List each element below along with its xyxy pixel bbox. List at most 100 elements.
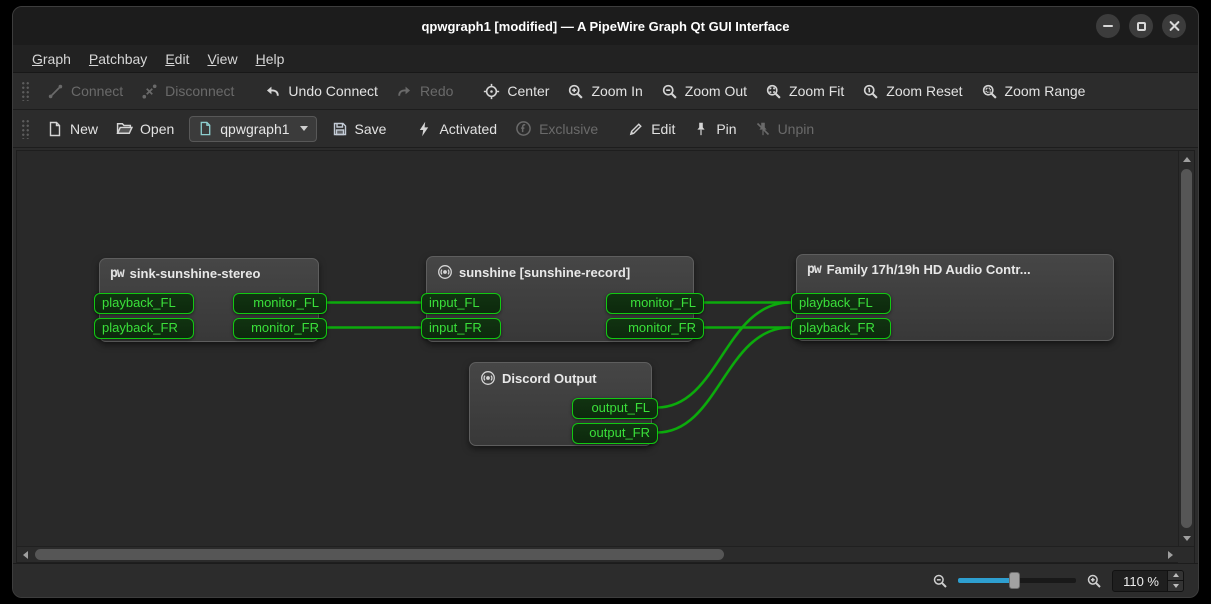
pin-icon: [693, 121, 709, 137]
maximize-button[interactable]: [1129, 14, 1153, 38]
node-header: pw sink-sunshine-stereo: [100, 259, 318, 285]
zoom-step-down-button[interactable]: [1168, 580, 1183, 591]
close-button[interactable]: [1162, 14, 1186, 38]
zoom-percent-spinbox[interactable]: 110 %: [1112, 570, 1184, 592]
undo-connect-label: Undo Connect: [288, 83, 378, 99]
redo-label: Redo: [420, 83, 453, 99]
zoom-slider[interactable]: [958, 572, 1076, 589]
zoom-in-small-icon: [1086, 573, 1102, 589]
horizontal-scroll-thumb[interactable]: [35, 549, 724, 560]
port-playback_FL[interactable]: playback_FL: [791, 293, 891, 314]
exclusive-icon: [515, 120, 532, 137]
vertical-scroll-thumb[interactable]: [1181, 169, 1192, 528]
zoom-slider-handle[interactable]: [1009, 572, 1020, 589]
maximize-icon: [1137, 22, 1146, 31]
port-monitor_FR[interactable]: monitor_FR: [233, 318, 327, 339]
zoom-out-button[interactable]: Zoom Out: [652, 77, 756, 106]
toolbar-drag-handle[interactable]: [21, 81, 30, 101]
zoom-reset-button[interactable]: Zoom Reset: [853, 77, 971, 106]
graph-canvas[interactable]: pw sink-sunshine-stereo playback_FL play…: [17, 151, 1178, 546]
node-discord-output[interactable]: Discord Output output_FL output_FR: [469, 362, 652, 446]
pipewire-icon: pw: [807, 262, 821, 277]
port-monitor_FL[interactable]: monitor_FL: [606, 293, 704, 314]
disconnect-button[interactable]: Disconnect: [132, 77, 243, 106]
edit-label: Edit: [651, 121, 675, 137]
port-input_FL[interactable]: input_FL: [421, 293, 501, 314]
zoom-reset-icon: [862, 83, 879, 100]
horizontal-scrollbar[interactable]: [17, 546, 1194, 562]
node-sunshine[interactable]: sunshine [sunshine-record] input_FL inpu…: [426, 256, 694, 342]
horizontal-scroll-track[interactable]: [33, 547, 1162, 562]
new-button[interactable]: New: [38, 115, 107, 143]
window-title: qpwgraph1 [modified] — A PipeWire Graph …: [421, 19, 789, 34]
undo-connect-button[interactable]: Undo Connect: [255, 77, 387, 106]
open-label: Open: [140, 121, 174, 137]
node-title: sunshine [sunshine-record]: [459, 265, 630, 280]
connection-wire[interactable]: [657, 328, 790, 433]
wires-layer: [17, 151, 1178, 546]
zoom-step-up-button[interactable]: [1168, 571, 1183, 581]
activated-toggle[interactable]: Activated: [407, 115, 506, 143]
scroll-up-button[interactable]: [1179, 151, 1195, 167]
zoom-out-small-icon: [932, 573, 948, 589]
scroll-right-button[interactable]: [1162, 547, 1178, 563]
redo-button[interactable]: Redo: [387, 77, 462, 106]
open-button[interactable]: Open: [107, 114, 183, 143]
menu-help[interactable]: Help: [247, 47, 294, 71]
toolbar-patchbay: New Open qpwgraph1 Save Activated Exclus…: [13, 110, 1198, 148]
zoom-out-label: Zoom Out: [685, 83, 747, 99]
zoom-in-button[interactable]: Zoom In: [558, 77, 651, 106]
save-button[interactable]: Save: [323, 115, 396, 143]
titlebar[interactable]: qpwgraph1 [modified] — A PipeWire Graph …: [13, 7, 1198, 45]
menu-edit[interactable]: Edit: [156, 47, 198, 71]
center-label: Center: [507, 83, 549, 99]
port-input_FR[interactable]: input_FR: [421, 318, 501, 339]
zoom-percent-value[interactable]: 110 %: [1113, 571, 1167, 591]
window-controls: [1096, 14, 1186, 38]
node-header: Discord Output: [470, 363, 651, 390]
spin-down-icon: [1173, 584, 1179, 588]
app-window: qpwgraph1 [modified] — A PipeWire Graph …: [12, 6, 1199, 598]
connect-label: Connect: [71, 83, 123, 99]
zoom-range-button[interactable]: Zoom Range: [972, 77, 1095, 106]
statusbar: 110 %: [13, 563, 1198, 597]
patchbay-file-icon: [198, 121, 213, 136]
port-playback_FR[interactable]: playback_FR: [791, 318, 891, 339]
menu-graph[interactable]: Graph: [23, 47, 80, 71]
port-playback_FR[interactable]: playback_FR: [94, 318, 194, 339]
pin-label: Pin: [716, 121, 736, 137]
patchbay-file-combobox[interactable]: qpwgraph1: [189, 116, 316, 142]
node-sink-sunshine-stereo[interactable]: pw sink-sunshine-stereo playback_FL play…: [99, 258, 319, 342]
menu-view[interactable]: View: [198, 47, 246, 71]
edit-toggle[interactable]: Edit: [619, 115, 684, 143]
pin-button[interactable]: Pin: [684, 115, 745, 143]
port-output_FR[interactable]: output_FR: [572, 423, 658, 444]
port-monitor_FR[interactable]: monitor_FR: [606, 318, 704, 339]
center-button[interactable]: Center: [474, 77, 558, 106]
chevron-down-icon: [300, 126, 308, 131]
scrollbar-corner: [1178, 547, 1194, 563]
zoom-fit-button[interactable]: Zoom Fit: [756, 77, 853, 106]
port-monitor_FL[interactable]: monitor_FL: [233, 293, 327, 314]
zoom-fit-label: Zoom Fit: [789, 83, 844, 99]
port-output_FL[interactable]: output_FL: [572, 398, 658, 419]
port-playback_FL[interactable]: playback_FL: [94, 293, 194, 314]
unpin-button[interactable]: Unpin: [746, 115, 824, 143]
vertical-scroll-track[interactable]: [1179, 167, 1194, 530]
node-family-hd-audio[interactable]: pw Family 17h/19h HD Audio Contr... play…: [796, 254, 1114, 341]
scroll-left-button[interactable]: [17, 547, 33, 563]
menu-patchbay[interactable]: Patchbay: [80, 47, 156, 71]
scroll-down-button[interactable]: [1179, 530, 1195, 546]
connect-icon: [47, 83, 64, 100]
minimize-button[interactable]: [1096, 14, 1120, 38]
exclusive-toggle[interactable]: Exclusive: [506, 114, 607, 143]
zoom-in-label: Zoom In: [591, 83, 642, 99]
zoom-slider-fill: [958, 578, 1012, 583]
zoom-fit-icon: [765, 83, 782, 100]
connect-button[interactable]: Connect: [38, 77, 132, 106]
zoom-in-icon: [567, 83, 584, 100]
toolbar-drag-handle[interactable]: [21, 119, 30, 139]
zoom-reset-label: Zoom Reset: [886, 83, 962, 99]
vertical-scrollbar[interactable]: [1178, 151, 1194, 546]
spin-arrows: [1167, 571, 1183, 591]
